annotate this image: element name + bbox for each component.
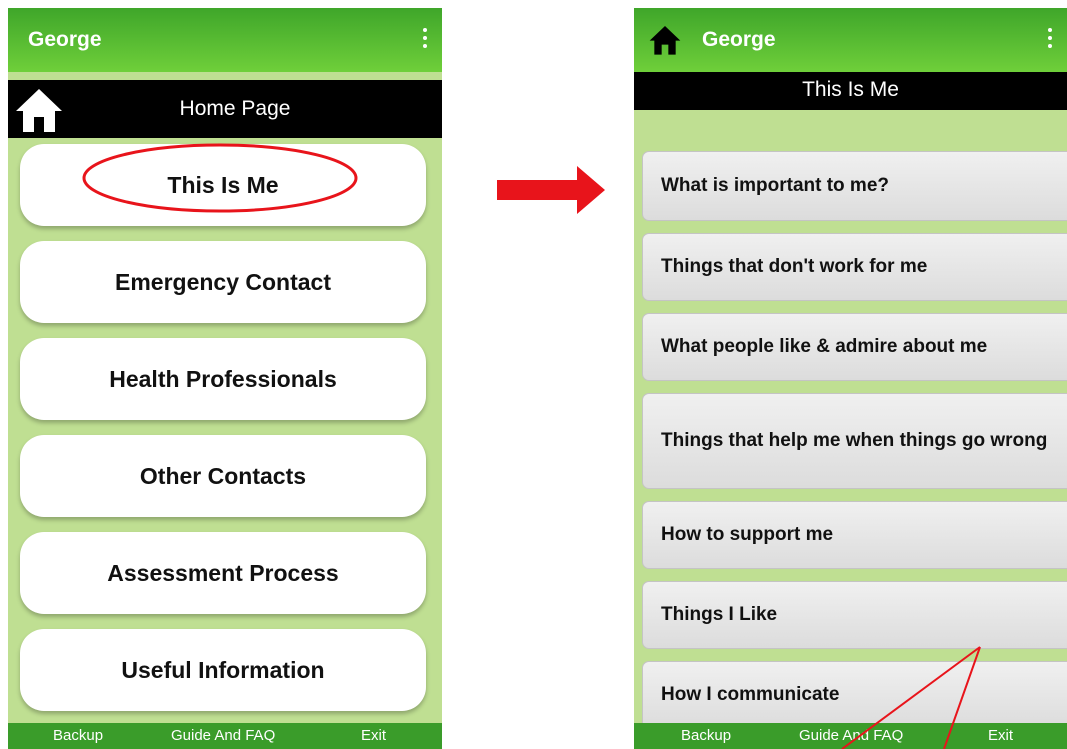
app-title: George [28,28,102,51]
app-bar: George [8,8,442,72]
list-item[interactable]: Things that help me when things go wrong [642,393,1067,489]
arrow-right-icon [497,166,607,219]
guide-faq-button[interactable]: Guide And FAQ [171,727,275,744]
app-bar: George [634,8,1067,72]
exit-button[interactable]: Exit [361,727,386,744]
exit-button[interactable]: Exit [988,727,1013,744]
list-item[interactable]: Things I Like [642,581,1067,649]
bottom-bar: Backup Guide And FAQ Exit [634,723,1067,749]
other-contacts-button[interactable]: Other Contacts [20,435,426,517]
list-item[interactable]: How I communicate [642,661,1067,729]
page-title: This Is Me [802,78,899,101]
page-title-bar: Home Page [8,80,442,138]
more-vert-icon[interactable] [422,28,428,50]
useful-information-button[interactable]: Useful Information [20,629,426,711]
this-is-me-screen: George This Is Me What is important to m… [634,8,1067,749]
health-professionals-button[interactable]: Health Professionals [20,338,426,420]
page-title: Home Page [179,97,291,120]
home-menu: This Is Me Emergency Contact Health Prof… [20,144,426,726]
page-title-bar: This Is Me [634,72,1067,110]
list-item[interactable]: What is important to me? [642,151,1067,221]
emergency-contact-button[interactable]: Emergency Contact [20,241,426,323]
assessment-process-button[interactable]: Assessment Process [20,532,426,614]
list-item[interactable]: How to support me [642,501,1067,569]
backup-button[interactable]: Backup [681,727,731,744]
list-item[interactable]: Things that don't work for me [642,233,1067,301]
more-vert-icon[interactable] [1047,28,1053,50]
this-is-me-button[interactable]: This Is Me [20,144,426,226]
list-item[interactable]: What people like & admire about me [642,313,1067,381]
home-icon[interactable] [14,86,64,134]
home-icon[interactable] [648,24,682,56]
bottom-bar: Backup Guide And FAQ Exit [8,723,442,749]
this-is-me-list: What is important to me? Things that don… [642,151,1067,741]
backup-button[interactable]: Backup [53,727,103,744]
guide-faq-button[interactable]: Guide And FAQ [799,727,903,744]
app-title: George [702,28,776,51]
home-screen: George Home Page This Is Me Emergency Co… [8,8,442,749]
